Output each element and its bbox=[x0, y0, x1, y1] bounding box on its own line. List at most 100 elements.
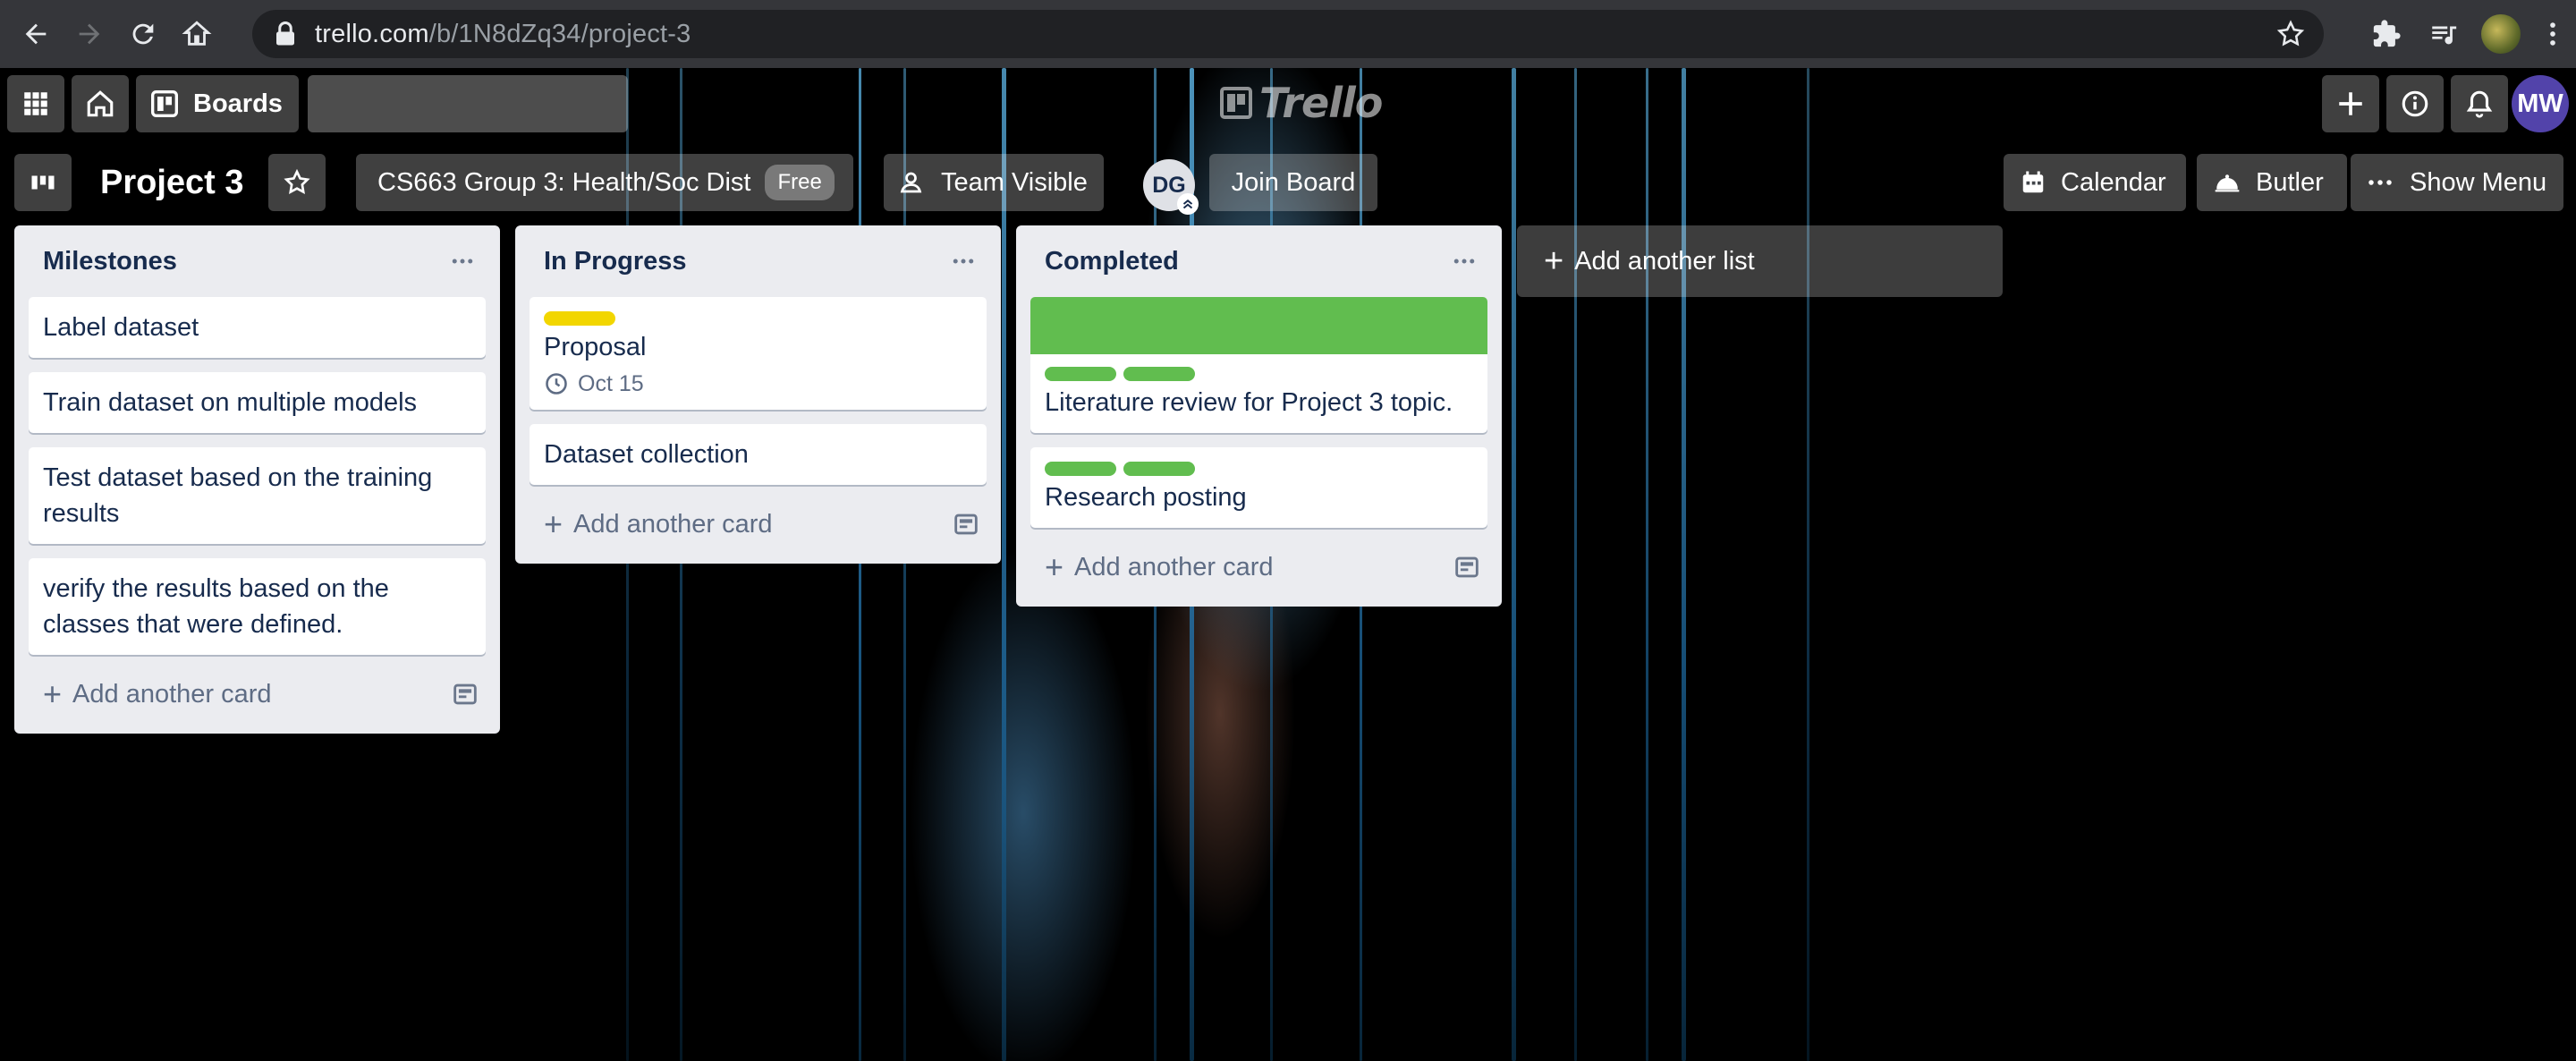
apps-switcher-button[interactable] bbox=[7, 75, 64, 132]
media-queue-icon[interactable] bbox=[2415, 5, 2472, 63]
url-text: trello.com/b/1N8dZq34/project-3 bbox=[315, 20, 691, 49]
trello-logo[interactable]: Trello bbox=[1220, 79, 1383, 127]
more-dots-icon bbox=[2368, 180, 2392, 185]
home-icon[interactable] bbox=[174, 11, 220, 57]
add-card-button[interactable]: + Add another card bbox=[1030, 542, 1487, 592]
card-title: verify the results based on the classes … bbox=[43, 574, 389, 639]
reload-icon[interactable] bbox=[120, 11, 166, 57]
show-menu-button[interactable]: Show Menu bbox=[2351, 154, 2563, 211]
member-avatar[interactable]: DG bbox=[1143, 159, 1199, 215]
plus-icon: + bbox=[43, 675, 63, 712]
lock-icon bbox=[276, 21, 294, 46]
visibility-label: Team Visible bbox=[941, 167, 1088, 197]
card-labels bbox=[1045, 462, 1473, 476]
show-menu-label: Show Menu bbox=[2410, 167, 2547, 197]
team-button[interactable]: CS663 Group 3: Health/Soc Dist Free bbox=[356, 154, 853, 211]
url-path: /b/1N8dZq34/project-3 bbox=[428, 19, 691, 48]
label-green[interactable] bbox=[1123, 367, 1195, 381]
browser-toolbar: trello.com/b/1N8dZq34/project-3 bbox=[0, 0, 2576, 68]
card[interactable]: Train dataset on multiple models bbox=[29, 372, 486, 433]
card[interactable]: Test dataset based on the training resul… bbox=[29, 447, 486, 544]
list-header: Completed bbox=[1030, 225, 1487, 297]
card[interactable]: Literature review for Project 3 topic. bbox=[1030, 297, 1487, 433]
list-menu-icon[interactable] bbox=[944, 242, 983, 281]
calendar-label: Calendar bbox=[2061, 167, 2166, 197]
trello-logo-text: Trello bbox=[1259, 79, 1383, 127]
list-title[interactable]: In Progress bbox=[544, 247, 687, 276]
forward-icon[interactable] bbox=[66, 11, 113, 57]
label-green[interactable] bbox=[1045, 367, 1116, 381]
info-button[interactable] bbox=[2386, 75, 2444, 132]
trello-header: Boards Trello MW bbox=[0, 68, 2576, 140]
bell-icon bbox=[2466, 90, 2493, 118]
card[interactable]: Dataset collection bbox=[530, 424, 987, 485]
due-date-badge[interactable]: Oct 15 bbox=[544, 370, 972, 397]
add-card-label: Add another card bbox=[573, 509, 773, 539]
extensions-icon[interactable] bbox=[2358, 5, 2415, 63]
card-cover bbox=[1030, 297, 1487, 354]
butler-bell-icon bbox=[2215, 174, 2240, 192]
list-milestones: Milestones Label dataset Train dataset o… bbox=[14, 225, 500, 734]
chrome-menu-icon[interactable] bbox=[2529, 5, 2576, 63]
star-board-button[interactable] bbox=[268, 154, 326, 211]
card-title: Test dataset based on the training resul… bbox=[43, 463, 433, 528]
add-card-button[interactable]: + Add another card bbox=[29, 669, 486, 719]
calendar-button[interactable]: Calendar bbox=[2004, 154, 2186, 211]
board-title[interactable]: Project 3 bbox=[84, 154, 260, 211]
card[interactable]: Label dataset bbox=[29, 297, 486, 358]
bookmark-star-icon[interactable] bbox=[2275, 19, 2306, 49]
card-template-icon[interactable] bbox=[450, 679, 480, 709]
create-button[interactable] bbox=[2322, 75, 2379, 132]
board-view-icon bbox=[31, 175, 55, 190]
list-menu-icon[interactable] bbox=[1445, 242, 1484, 281]
list-completed: Completed Literature review for Project … bbox=[1016, 225, 1502, 607]
card[interactable]: Research posting bbox=[1030, 447, 1487, 528]
label-green[interactable] bbox=[1123, 462, 1195, 476]
star-icon bbox=[284, 168, 310, 194]
join-board-button[interactable]: Join Board bbox=[1209, 154, 1377, 211]
info-icon bbox=[2402, 90, 2428, 117]
notifications-button[interactable] bbox=[2451, 75, 2508, 132]
home-button[interactable] bbox=[72, 75, 129, 132]
add-card-label: Add another card bbox=[72, 679, 272, 709]
card-template-icon[interactable] bbox=[1452, 552, 1482, 582]
add-list-button[interactable]: + Add another list bbox=[1517, 225, 2003, 297]
label-yellow[interactable] bbox=[544, 311, 615, 326]
list-title[interactable]: Completed bbox=[1045, 247, 1179, 276]
search-box[interactable] bbox=[308, 75, 647, 132]
join-board-label: Join Board bbox=[1231, 167, 1356, 197]
butler-button[interactable]: Butler bbox=[2197, 154, 2347, 211]
add-card-label: Add another card bbox=[1074, 552, 1274, 581]
label-green[interactable] bbox=[1045, 462, 1116, 476]
url-host: trello.com bbox=[315, 19, 429, 48]
list-header: Milestones bbox=[29, 225, 486, 297]
team-visibility-icon bbox=[900, 172, 922, 193]
admin-chevron-icon bbox=[1177, 193, 1199, 215]
house-icon bbox=[87, 90, 114, 117]
card-title: Label dataset bbox=[43, 313, 199, 342]
boards-button[interactable]: Boards bbox=[136, 75, 299, 132]
list-title[interactable]: Milestones bbox=[43, 247, 177, 276]
chrome-profile-avatar[interactable] bbox=[2472, 5, 2529, 63]
plan-badge: Free bbox=[765, 165, 835, 200]
address-bar[interactable]: trello.com/b/1N8dZq34/project-3 bbox=[252, 10, 2324, 58]
plus-icon: + bbox=[1544, 242, 1564, 280]
boards-label: Boards bbox=[193, 89, 283, 118]
visibility-button[interactable]: Team Visible bbox=[884, 154, 1104, 211]
add-card-button[interactable]: + Add another card bbox=[530, 499, 987, 549]
grid-icon bbox=[24, 92, 47, 115]
calendar-icon bbox=[2022, 171, 2044, 193]
plus-icon: + bbox=[1045, 548, 1064, 585]
user-avatar[interactable]: MW bbox=[2512, 75, 2569, 132]
plus-icon bbox=[2339, 92, 2362, 115]
card-title: Literature review for Project 3 topic. bbox=[1045, 388, 1453, 417]
card[interactable]: verify the results based on the classes … bbox=[29, 558, 486, 655]
list-menu-icon[interactable] bbox=[443, 242, 482, 281]
card-template-icon[interactable] bbox=[951, 509, 981, 539]
board-view-switcher[interactable] bbox=[14, 154, 72, 211]
card-title: Dataset collection bbox=[544, 440, 749, 469]
back-icon[interactable] bbox=[13, 11, 59, 57]
search-input[interactable] bbox=[308, 75, 647, 132]
card[interactable]: Proposal Oct 15 bbox=[530, 297, 987, 410]
browser-actions bbox=[2358, 0, 2576, 68]
